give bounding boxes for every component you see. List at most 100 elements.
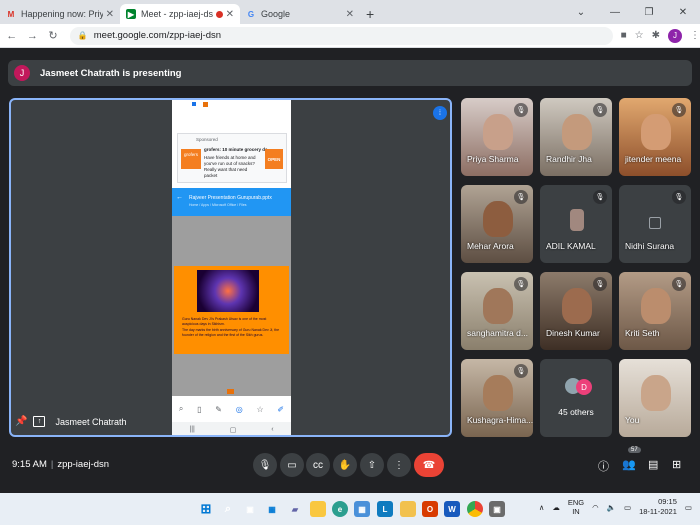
reload-icon[interactable]: ↻ — [44, 29, 62, 42]
back-icon[interactable]: ← — [3, 30, 21, 42]
file-header: ← Rajveer Presentation Gurupurab.pptx Ho… — [172, 188, 291, 216]
meeting-time: 9:15 AM — [12, 459, 47, 470]
tab-title: Google — [261, 9, 291, 19]
status-dot — [192, 102, 196, 106]
pin-icon[interactable]: 📌 — [15, 416, 27, 427]
file-icon: ▯ — [197, 404, 202, 414]
close-icon[interactable]: ✕ — [346, 9, 354, 20]
raise-hand-button[interactable]: ✋ — [333, 453, 357, 477]
minimize-icon[interactable]: — — [598, 0, 632, 24]
present-button[interactable]: ⇧ — [360, 453, 384, 477]
participant-video — [483, 375, 513, 411]
ad-headline: grofers: 10 minute grocery de — [204, 147, 268, 152]
info-icon[interactable]: ⓘ — [598, 458, 609, 474]
more-options-button[interactable]: ⋮ — [387, 453, 411, 477]
camera-permission-icon[interactable]: ■ — [621, 30, 627, 41]
tab-meet[interactable]: ▶ Meet - zpp-iaej-dsn ✕ — [120, 4, 240, 24]
shared-screen: Sponsored grofers grofers: 10 minute gro… — [172, 100, 291, 435]
maximize-icon[interactable]: ❐ — [632, 0, 666, 24]
slide: Guru Nanak Dev Ji's Prakash Utsav is one… — [174, 266, 289, 354]
profile-avatar[interactable]: J — [667, 28, 682, 43]
separator: | — [50, 459, 54, 470]
new-tab-button[interactable]: + — [366, 4, 374, 24]
star-icon: ☆ — [256, 404, 264, 414]
wifi-icon[interactable]: ◠ — [592, 503, 599, 512]
mic-button[interactable]: 🎙 — [253, 453, 277, 477]
participant-tile[interactable]: 🎙 Mehar Arora — [461, 185, 533, 263]
tab-gmail[interactable]: M Happening now: Priya Sharma is ✕ — [0, 4, 120, 24]
tab-search-icon[interactable]: ⌄ — [564, 0, 598, 24]
speaking-indicator-icon: ⁞ — [433, 106, 447, 120]
office-icon[interactable]: O — [422, 501, 438, 517]
url-field[interactable]: 🔒 meet.google.com/zpp-iaej-dsn — [69, 26, 613, 45]
lang-code: ENG — [567, 498, 585, 507]
presentation-stage[interactable]: Sponsored grofers grofers: 10 minute gro… — [9, 98, 452, 437]
cloud-icon[interactable]: ☁ — [552, 503, 560, 512]
participant-tile[interactable]: 🎙 Kriti Seth — [619, 272, 691, 350]
doc-toolbar: ⌕ ▯ ✎ ◎ ☆ ✐ — [172, 398, 291, 420]
participant-video — [562, 114, 592, 150]
participant-tile[interactable]: 🎙 Priya Sharma — [461, 98, 533, 176]
battery-icon[interactable]: ▭ — [624, 503, 631, 512]
self-tile[interactable]: You — [619, 359, 691, 437]
chrome-icon[interactable] — [467, 501, 483, 517]
l-app-icon[interactable]: L — [377, 501, 393, 517]
close-icon[interactable]: ✕ — [226, 9, 234, 20]
captions-button[interactable]: cc — [306, 453, 330, 477]
tab-title: Happening now: Priya Sharma is — [21, 9, 103, 19]
clock[interactable]: 09:15 18-11-2021 — [639, 497, 677, 517]
chat-icon[interactable]: ▤ — [648, 458, 658, 471]
windows-start-icon[interactable]: ⊞ — [198, 501, 214, 517]
participant-tile[interactable]: 🎙 Nidhi Surana — [619, 185, 691, 263]
participant-tile[interactable]: 🎙 ADIL KAMAL — [540, 185, 612, 263]
search-icon[interactable]: ⌕ — [220, 501, 236, 517]
lock-icon: 🔒 — [77, 31, 88, 40]
app-icon[interactable]: ▣ — [489, 501, 505, 517]
phone-status — [172, 100, 291, 128]
camera-button[interactable]: ▭ — [280, 453, 304, 477]
participant-tile[interactable]: 🎙 jitender meena — [619, 98, 691, 176]
word-icon[interactable]: W — [444, 501, 460, 517]
folder-icon[interactable] — [400, 501, 416, 517]
android-nav: ||| ▢ ‹ — [172, 422, 291, 435]
presenting-text: Jasmeet Chatrath is presenting — [40, 67, 182, 79]
forward-icon[interactable]: → — [24, 30, 42, 42]
notifications-icon[interactable]: ▭ — [685, 503, 692, 512]
participant-tile[interactable]: 🎙 sanghamitra d... — [461, 272, 533, 350]
edge-icon[interactable]: e — [332, 501, 348, 517]
recording-icon — [215, 10, 223, 18]
participant-name: Dinesh Kumar — [546, 328, 600, 338]
end-call-button[interactable]: ☎ — [414, 453, 444, 477]
task-view-icon[interactable]: ▣ — [242, 501, 258, 517]
participant-tile[interactable]: 🎙 Dinesh Kumar — [540, 272, 612, 350]
presenter-name: Jasmeet Chatrath — [55, 416, 127, 427]
window-controls: ⌄ — ❐ ✕ — [564, 0, 700, 24]
participant-tile[interactable]: 🎙 Randhir Jha — [540, 98, 612, 176]
activities-icon[interactable]: ⊞ — [672, 458, 681, 471]
menu-icon[interactable]: ⋮ — [690, 30, 700, 41]
language-indicator[interactable]: ENG IN — [568, 498, 584, 516]
system-tray: ∧ ☁ ENG IN ◠ 🔈 ▭ 09:15 18-11-2021 ▭ — [539, 497, 692, 517]
extensions-icon[interactable]: ✱ — [652, 30, 660, 41]
people-icon[interactable]: 👥 — [622, 458, 636, 471]
widgets-icon[interactable]: ▦ — [264, 501, 280, 517]
meeting-controls: 9:15 AM | zpp-iaej-dsn 🎙 ▭ cc ✋ ⇧ ⋮ ☎ ⓘ 👥 … — [0, 447, 700, 483]
close-icon[interactable]: ✕ — [106, 9, 114, 20]
others-count: 45 others — [558, 407, 594, 417]
chevron-up-icon[interactable]: ∧ — [539, 503, 545, 512]
participant-video — [641, 375, 671, 411]
address-bar: ← → ↻ 🔒 meet.google.com/zpp-iaej-dsn ■ ☆… — [0, 24, 700, 48]
store-icon[interactable]: ▦ — [354, 501, 370, 517]
volume-icon[interactable]: 🔈 — [607, 503, 616, 512]
close-window-icon[interactable]: ✕ — [666, 0, 700, 24]
ad-banner: Sponsored grofers grofers: 10 minute gro… — [177, 133, 287, 183]
others-tile[interactable]: D 45 others — [540, 359, 612, 437]
tab-google[interactable]: G Google ✕ — [240, 4, 360, 24]
ad-sponsored-label: Sponsored — [196, 137, 218, 142]
file-explorer-icon[interactable] — [310, 501, 326, 517]
chat-app-icon[interactable]: ▰ — [287, 501, 303, 517]
mic-off-icon: 🎙 — [672, 103, 686, 117]
participant-tile[interactable]: 🎙 Kushagra-Hima... — [461, 359, 533, 437]
bookmark-star-icon[interactable]: ☆ — [635, 30, 644, 41]
file-name: Rajveer Presentation Gurupurab.pptx — [189, 195, 272, 201]
